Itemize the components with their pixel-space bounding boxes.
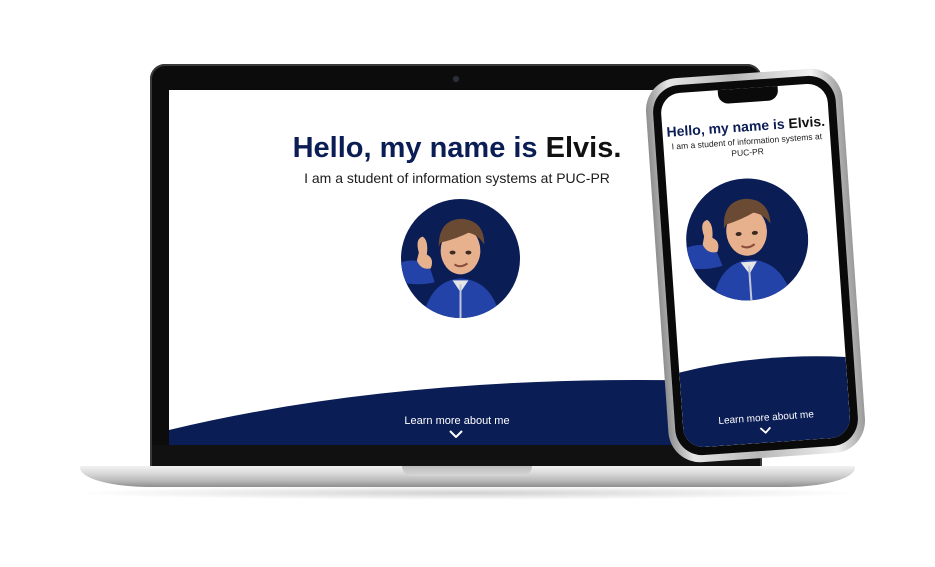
learn-more-link[interactable]: Learn more about me [169,415,745,427]
laptop-notch [402,466,532,476]
heading-name: Elvis. [545,132,622,164]
mobile-memoji-avatar-icon [682,178,809,304]
laptop-camera-icon [453,76,459,82]
laptop-chin [152,445,760,467]
heading-greeting: Hello, my name is [292,132,546,164]
memoji-avatar-icon [401,199,520,318]
mobile-heading-name: Elvis. [787,112,826,132]
phone-screen: Hello, my name is Elvis. I am a student … [659,82,852,449]
mobile-chevron-down-icon[interactable] [759,426,772,434]
chevron-down-icon[interactable] [449,430,463,438]
laptop-shadow [70,486,865,500]
